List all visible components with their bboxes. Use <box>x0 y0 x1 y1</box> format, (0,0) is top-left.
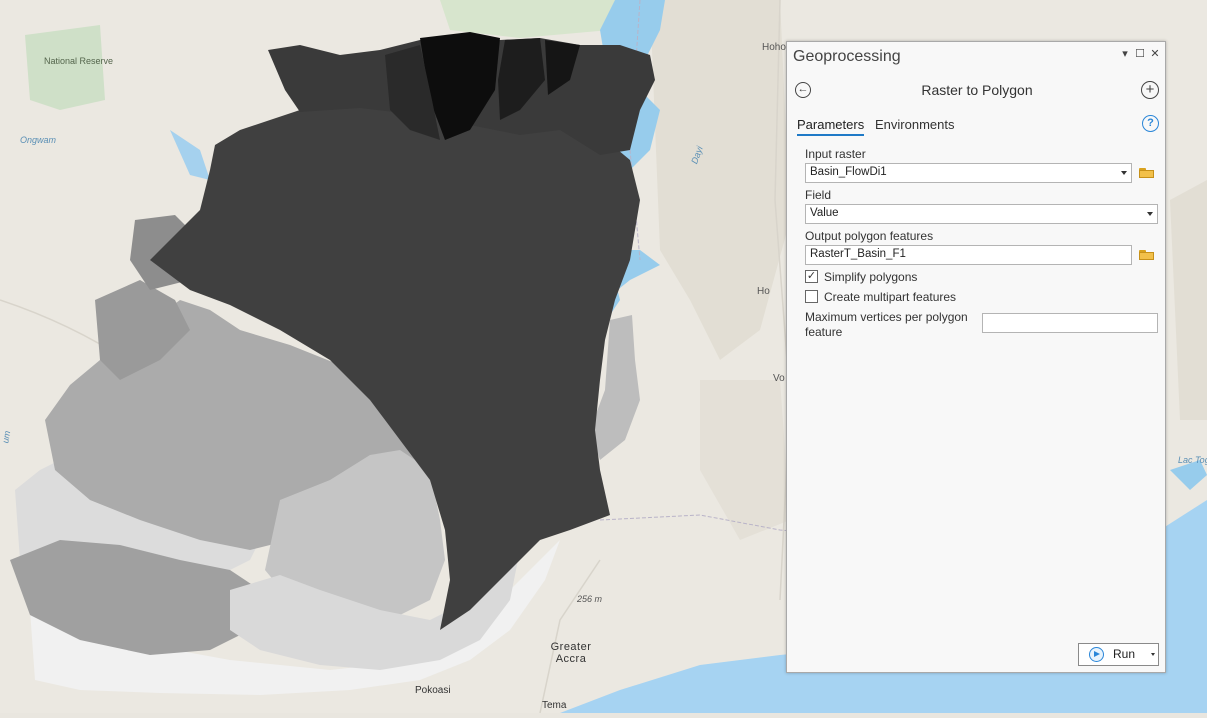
field-dropdown[interactable]: Value <box>805 204 1158 224</box>
map-label-reserve: National Reserve <box>44 56 114 66</box>
map-label-elevation: 256 m <box>577 594 603 604</box>
map-label-ongwam: Ongwam <box>20 135 57 145</box>
input-raster-value: Basin_FlowDi1 <box>810 166 887 178</box>
input-raster-dropdown[interactable]: Basin_FlowDi1 <box>805 163 1132 183</box>
field-label: Field <box>805 188 832 202</box>
output-features-value: RasterT_Basin_F1 <box>810 248 906 260</box>
pin-dropdown-icon[interactable]: ▾ <box>1119 47 1131 60</box>
geoprocessing-pane: Geoprocessing ▾ ☐ ✕ ← Raster to Polygon … <box>786 41 1166 673</box>
close-icon[interactable]: ✕ <box>1149 47 1161 60</box>
run-button[interactable]: Run <box>1078 643 1159 666</box>
browse-folder-icon[interactable] <box>1139 249 1154 260</box>
max-vertices-label: Maximum vertices per polygon feature <box>805 310 968 340</box>
output-features-label: Output polygon features <box>805 229 934 243</box>
plus-icon[interactable]: + <box>1141 81 1159 99</box>
max-vertices-label-line1: Maximum vertices per polygon <box>805 310 968 324</box>
tool-name: Raster to Polygon <box>921 82 1033 98</box>
restore-icon[interactable]: ☐ <box>1134 47 1146 60</box>
output-features-input[interactable]: RasterT_Basin_F1 <box>805 245 1132 265</box>
tab-parameters[interactable]: Parameters <box>797 117 865 136</box>
map-label-um: um <box>0 429 13 445</box>
tab-environments[interactable]: Environments <box>875 117 954 132</box>
run-label: Run <box>1113 647 1136 661</box>
map-label-pokoasi: Pokoasi <box>415 685 451 696</box>
chevron-down-icon <box>1121 171 1127 175</box>
map-label-volta: Vo <box>773 373 785 384</box>
map-label-greater-accra: Greater Accra <box>550 641 592 665</box>
field-value: Value <box>810 207 839 219</box>
max-vertices-input[interactable] <box>982 313 1158 333</box>
multipart-features-checkbox[interactable] <box>805 290 818 303</box>
map-label-lac-togo: Lac Toga <box>1178 455 1207 465</box>
help-icon[interactable]: ? <box>1142 115 1159 132</box>
simplify-polygons-label: Simplify polygons <box>824 270 918 284</box>
pane-title: Geoprocessing <box>793 48 901 65</box>
map-label-hohoe: Hoho <box>762 42 786 53</box>
map-label-ho: Ho <box>757 286 770 297</box>
map-label-tema: Tema <box>542 700 567 711</box>
multipart-features-label: Create multipart features <box>824 290 957 304</box>
chevron-down-icon <box>1147 212 1153 216</box>
input-raster-label: Input raster <box>805 147 866 161</box>
run-dropdown-icon[interactable] <box>1151 653 1155 656</box>
play-icon <box>1089 647 1104 662</box>
max-vertices-label-line2: feature <box>805 325 843 339</box>
browse-folder-icon[interactable] <box>1139 167 1154 178</box>
simplify-polygons-checkbox[interactable]: ✓ <box>805 270 818 283</box>
